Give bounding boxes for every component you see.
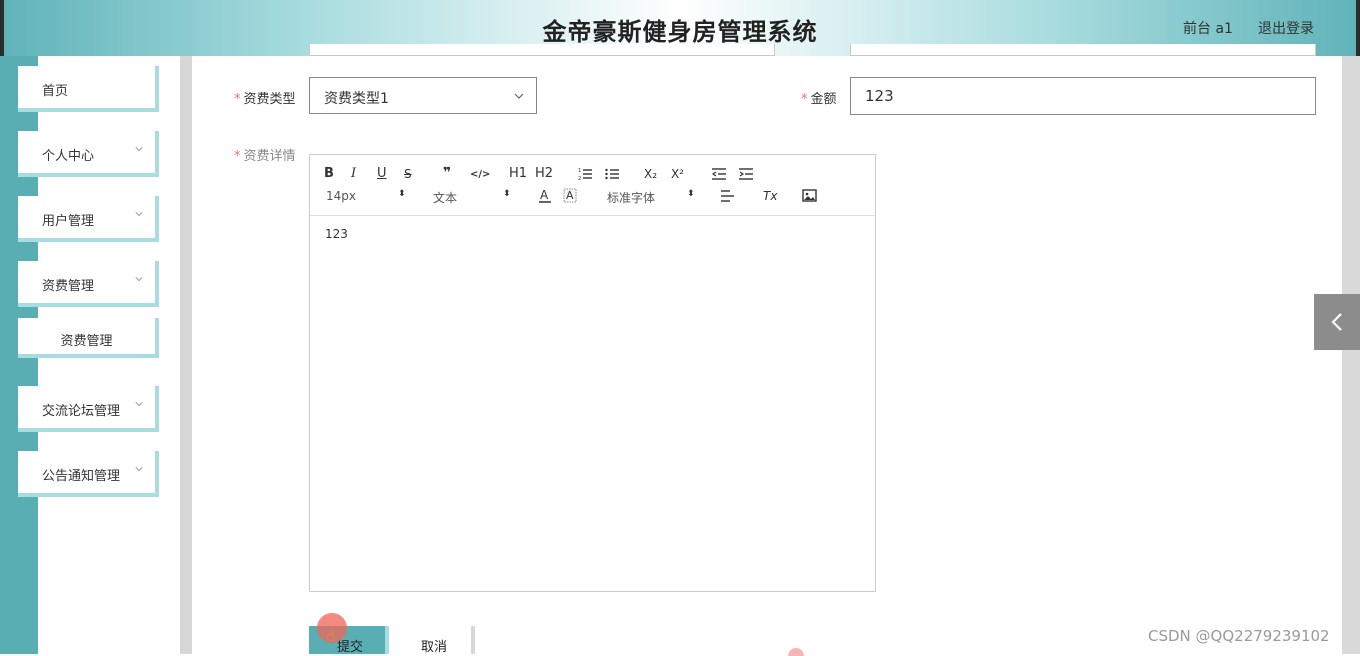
chevron-down-icon xyxy=(135,402,143,407)
select-arrows-icon: ⬍ xyxy=(398,189,406,199)
editor-toolbar: B I U S ❞ </> H1 H2 12 X₂ X² 14px ⬍ 文本 ⬍ A… xyxy=(310,155,875,216)
font-size-select[interactable]: 14px ⬍ xyxy=(326,189,406,203)
text-style-value: 文本 xyxy=(433,191,458,205)
align-icon[interactable] xyxy=(721,189,735,203)
fee-type-select[interactable]: 资费类型1 xyxy=(309,77,537,114)
sidebar-item-user-management[interactable]: 用户管理 xyxy=(18,196,159,242)
select-arrows-icon: ⬍ xyxy=(503,189,511,199)
bullet-list-icon[interactable] xyxy=(605,167,619,181)
page-scrollbar[interactable] xyxy=(1342,56,1360,654)
svg-text:A: A xyxy=(540,188,549,202)
font-color-icon[interactable]: A xyxy=(538,188,552,204)
chevron-down-icon xyxy=(135,212,143,217)
editor-content[interactable]: 123 xyxy=(325,227,348,241)
sidebar-subitem-label: 资费管理 xyxy=(60,334,113,349)
chevron-down-icon xyxy=(135,467,143,472)
partial-input-right[interactable] xyxy=(850,44,1316,56)
window-edge-right xyxy=(1356,0,1360,56)
superscript-button[interactable]: X² xyxy=(671,167,684,181)
chevron-down-icon xyxy=(135,147,143,152)
collapse-panel-button[interactable] xyxy=(1314,294,1360,350)
code-button[interactable]: </> xyxy=(470,168,490,182)
underline-button[interactable]: U xyxy=(377,167,387,181)
chevron-down-icon xyxy=(135,277,143,282)
fee-type-label: * 资费类型 xyxy=(234,92,296,107)
italic-button[interactable]: I xyxy=(351,167,356,181)
strike-button[interactable]: S xyxy=(404,167,412,181)
fee-detail-label: * 资费详情 xyxy=(234,149,296,164)
svg-text:1: 1 xyxy=(578,168,581,174)
sidebar-divider xyxy=(180,56,192,654)
image-icon[interactable] xyxy=(802,189,817,202)
sidebar-item-fee-management[interactable]: 资费管理 xyxy=(18,261,159,307)
indent-icon[interactable] xyxy=(739,167,753,181)
sidebar-item-label: 公告通知管理 xyxy=(42,469,121,484)
fee-type-value: 资费类型1 xyxy=(324,91,389,107)
sidebar-item-forum-management[interactable]: 交流论坛管理 xyxy=(18,386,159,432)
clean-format-button[interactable]: Tx xyxy=(763,189,777,203)
font-family-select[interactable]: 标准字体 ⬍ xyxy=(607,189,697,206)
partial-input-left[interactable] xyxy=(309,44,775,56)
outdent-icon[interactable] xyxy=(712,167,726,181)
select-arrows-icon: ⬍ xyxy=(687,189,695,199)
header1-button[interactable]: H1 xyxy=(509,167,527,181)
ordered-list-icon[interactable]: 12 xyxy=(578,167,592,181)
sidebar-item-notice-management[interactable]: 公告通知管理 xyxy=(18,451,159,497)
front-link[interactable]: 前台 a1 xyxy=(1183,18,1233,38)
amount-input[interactable] xyxy=(850,77,1316,115)
subscript-button[interactable]: X₂ xyxy=(644,167,657,181)
cancel-button-label: 取消 xyxy=(421,640,448,655)
sidebar-item-label: 交流论坛管理 xyxy=(42,404,121,419)
svg-text:A: A xyxy=(566,189,574,202)
sidebar-subitem-fee-management[interactable]: 资费管理 xyxy=(18,318,159,358)
cancel-button[interactable]: 取消 xyxy=(397,626,475,655)
blockquote-button[interactable]: ❞ xyxy=(443,166,451,180)
sidebar-item-label: 资费管理 xyxy=(42,279,95,294)
sidebar-item-label: 用户管理 xyxy=(42,214,95,229)
rich-text-editor[interactable]: B I U S ❞ </> H1 H2 12 X₂ X² 14px ⬍ 文本 ⬍ A… xyxy=(309,154,876,592)
font-size-value: 14px xyxy=(326,189,356,203)
app-title: 金帝豪斯健身房管理系统 xyxy=(542,18,818,46)
sidebar-item-label: 个人中心 xyxy=(42,149,95,164)
chevron-left-icon xyxy=(1331,313,1342,331)
bold-button[interactable]: B xyxy=(324,167,334,181)
sidebar-item-personal-center[interactable]: 个人中心 xyxy=(18,131,159,177)
sidebar-item-home[interactable]: 首页 xyxy=(18,66,159,112)
logout-link[interactable]: 退出登录 xyxy=(1258,18,1314,38)
amount-label: * 金额 xyxy=(801,92,837,107)
svg-text:2: 2 xyxy=(578,176,581,181)
text-style-select[interactable]: 文本 ⬍ xyxy=(433,189,513,206)
sidebar-item-label: 首页 xyxy=(42,84,69,99)
font-family-value: 标准字体 xyxy=(607,191,656,205)
watermark: CSDN @QQ2279239102 xyxy=(1148,627,1330,645)
background-color-icon[interactable]: A xyxy=(563,188,577,204)
hand-cursor-icon: ☝ xyxy=(326,626,336,645)
click-indicator-secondary xyxy=(788,648,804,656)
chevron-down-icon xyxy=(514,93,524,99)
header2-button[interactable]: H2 xyxy=(535,167,553,181)
